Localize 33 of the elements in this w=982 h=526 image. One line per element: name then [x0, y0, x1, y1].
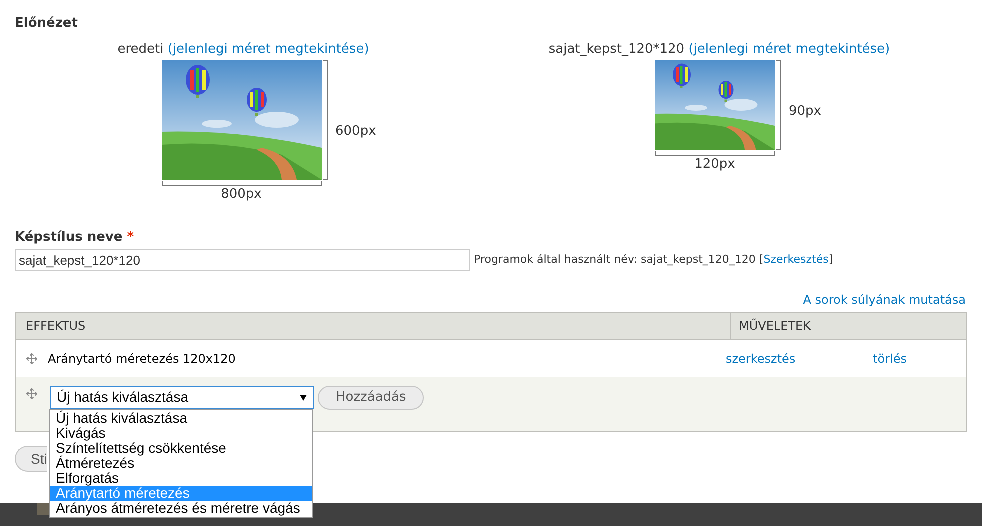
show-weights-link[interactable]: A sorok súlyának mutatása — [803, 291, 966, 309]
required-mark: * — [127, 230, 134, 244]
effect-option[interactable]: Színtelítettség csökkentése — [50, 441, 312, 456]
edit-link[interactable]: szerkesztés — [726, 350, 873, 368]
effect-option[interactable]: Arányos átméretezés és méretre vágás — [50, 501, 312, 516]
preview-caption: eredeti — [118, 42, 165, 56]
preview-caption: sajat_kepst_120*120 — [548, 42, 686, 56]
view-size-link[interactable]: (jelenlegi méret megtekintése) — [688, 42, 890, 56]
effect-option[interactable]: Elforgatás — [50, 471, 312, 486]
effect-option[interactable]: Aránytartó méretezés — [50, 486, 312, 501]
view-size-link[interactable]: (jelenlegi méret megtekintése) — [168, 42, 370, 56]
field-label: Képstílus neve — [15, 230, 124, 244]
edit-machine-name-link[interactable]: Szerkesztés — [764, 252, 829, 266]
delete-link[interactable]: törlés — [873, 350, 907, 368]
add-button[interactable]: Hozzáadás — [318, 386, 424, 410]
effect-select[interactable]: Új hatás kiválasztása — [50, 386, 314, 409]
effect-option[interactable]: Átméretezés — [50, 456, 312, 471]
section-title: Előnézet — [15, 15, 79, 33]
width-label: 120px — [694, 156, 736, 174]
style-name-field[interactable]: sajat_kepst_120*120 — [15, 249, 470, 271]
column-header: MŰVELETEK — [738, 318, 811, 335]
column-header: EFFEKTUS — [16, 313, 731, 339]
save-button[interactable]: Sti — [15, 446, 48, 472]
height-label: 600px — [336, 123, 378, 142]
height-label: 90px — [789, 103, 822, 122]
dropdown-caret-icon — [300, 394, 307, 400]
effect-name: Aránytartó méretezés 120x120 — [48, 350, 237, 368]
drag-handle-icon[interactable] — [26, 352, 38, 364]
width-label: 800px — [221, 186, 262, 204]
effect-option[interactable]: Kivágás — [50, 426, 312, 441]
effect-option[interactable]: Új hatás kiválasztása — [50, 411, 312, 426]
drag-handle-icon[interactable] — [26, 388, 38, 400]
machine-name-text: Programok által használt név: sajat_kepst_120_120 [Szerkesztés] — [474, 252, 834, 268]
